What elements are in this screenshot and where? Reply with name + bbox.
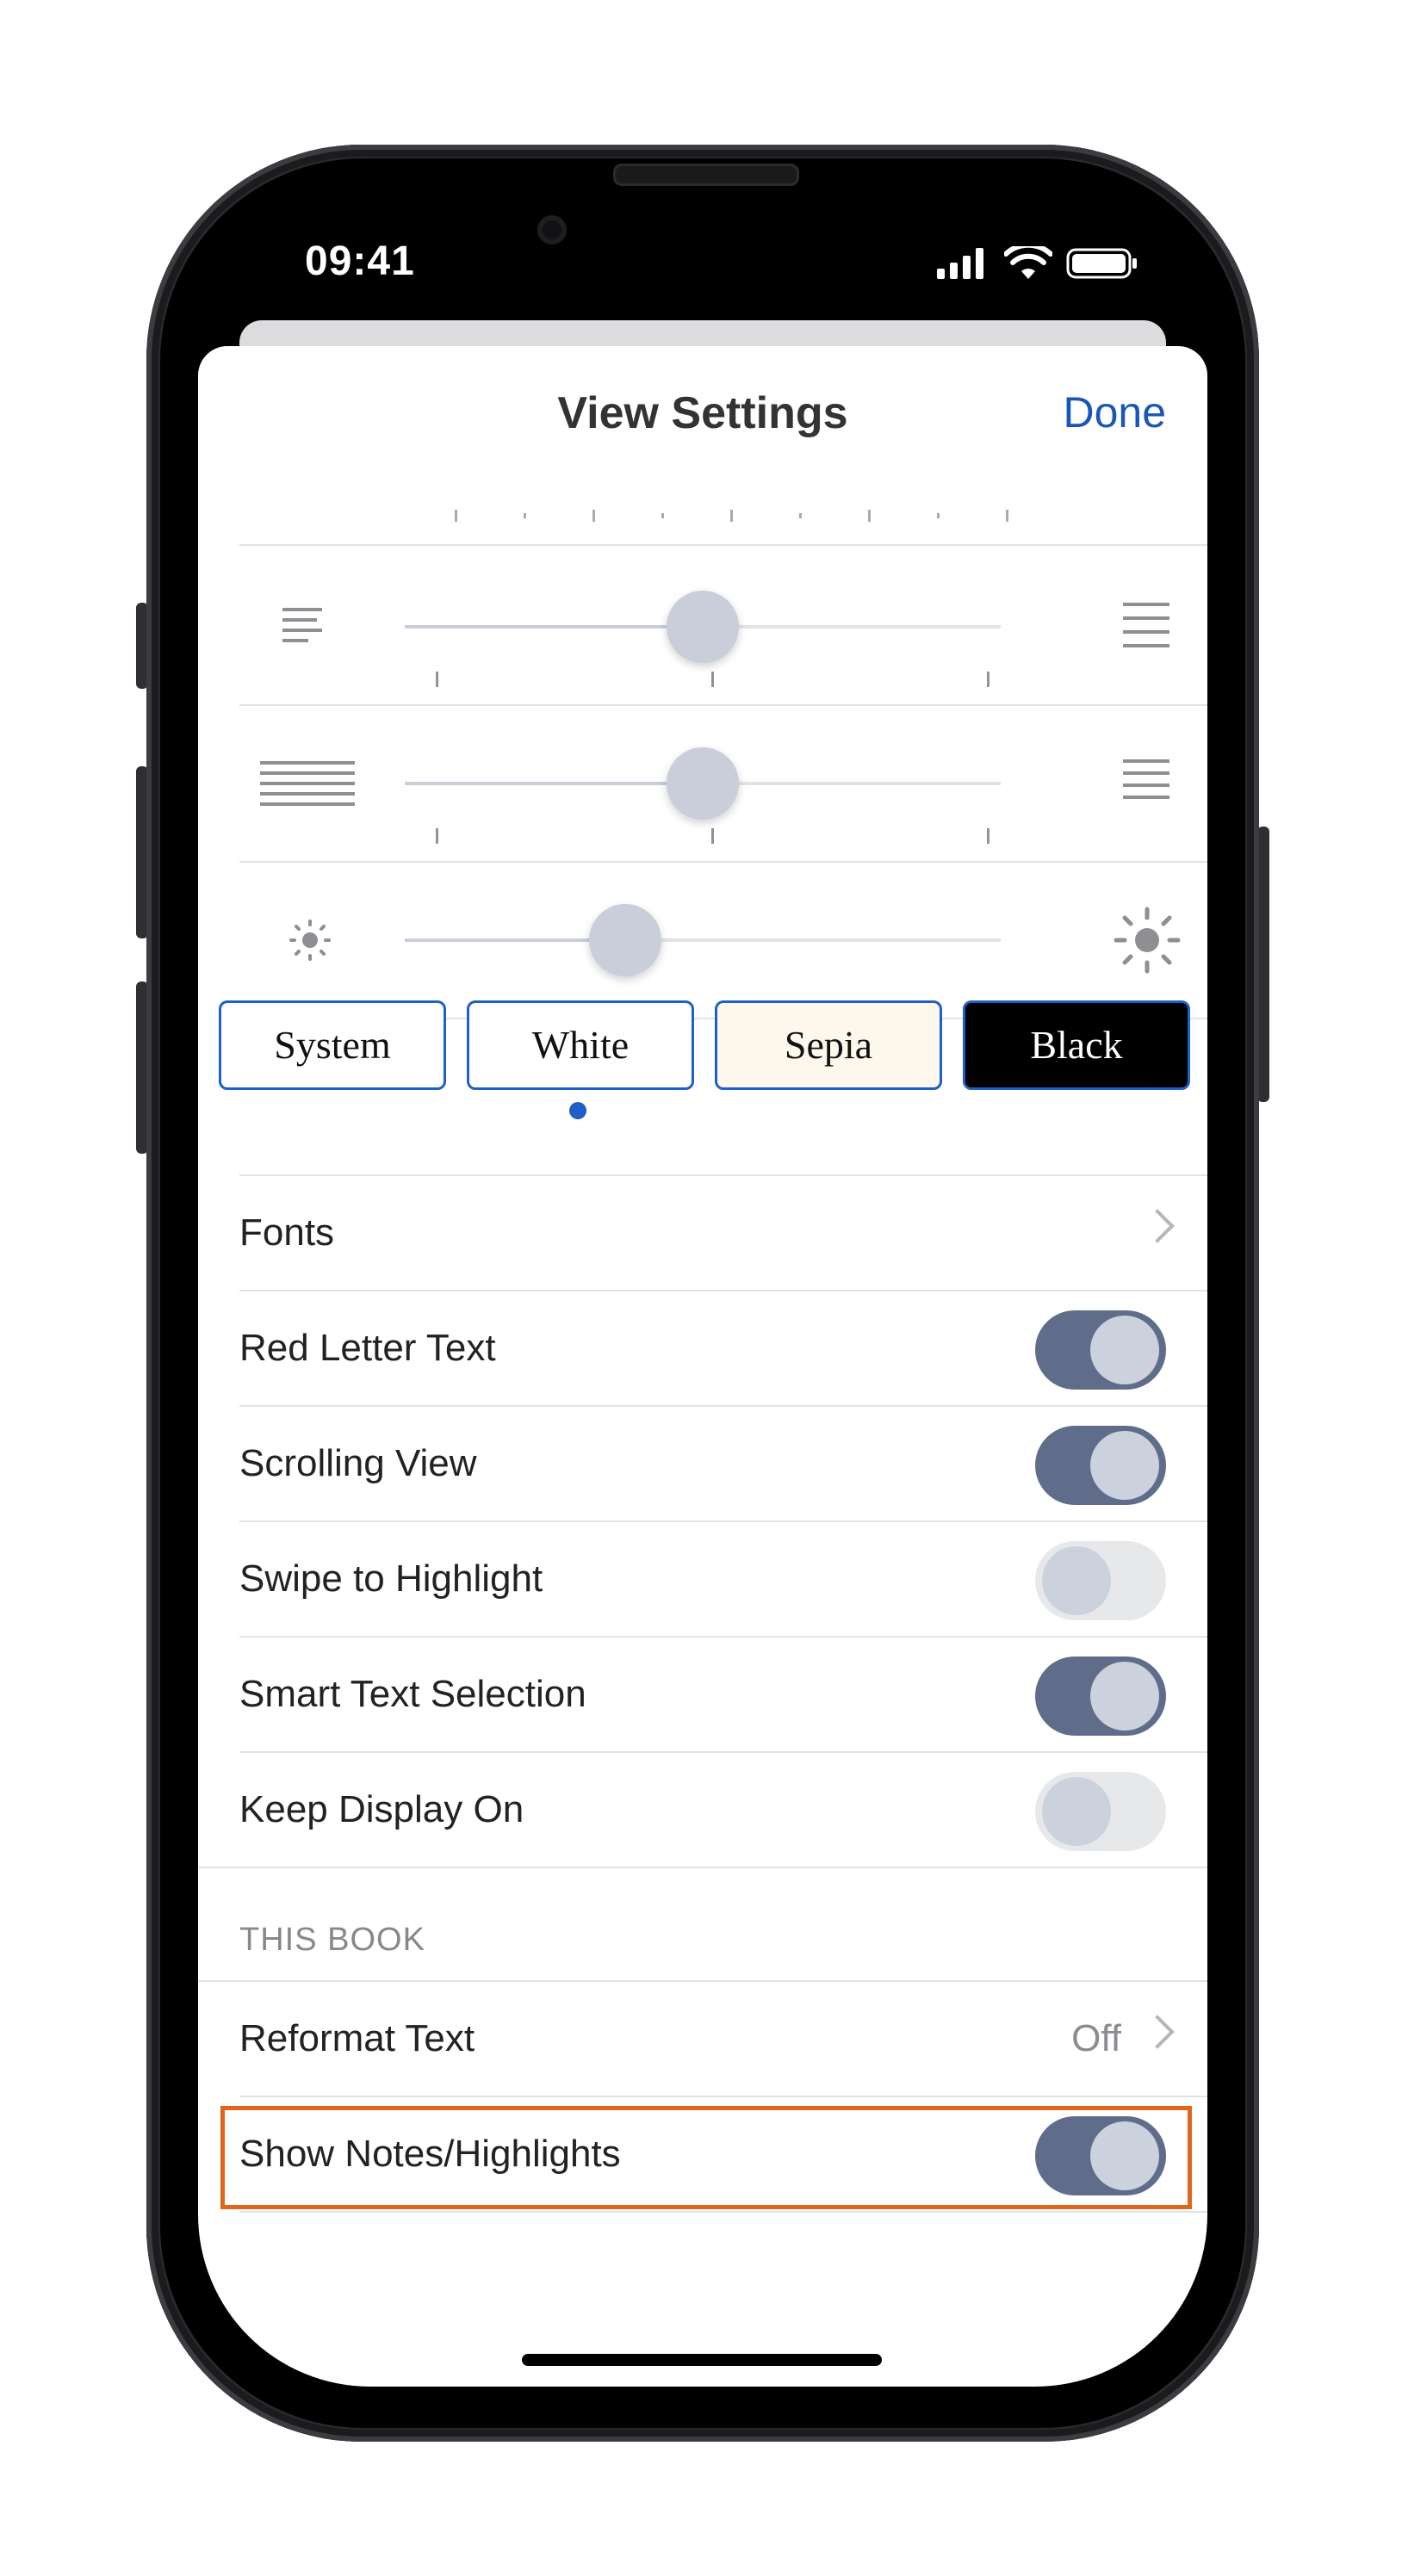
ruler-tick [799,513,802,518]
divider [198,1867,1207,1868]
line-spacing-slider-row [198,706,1207,861]
margins-slider-fill [405,625,703,629]
slider-tick [436,672,438,687]
scrolling-view-label: Scrolling View [239,1442,477,1484]
ruler-tick [1006,510,1008,522]
theme-sepia-button[interactable]: Sepia [715,1000,942,1090]
ruler-tick [592,510,595,522]
toggle-thumb [1042,1777,1111,1846]
selected-theme-indicator [569,1102,586,1119]
red-letter-text-label: Red Letter Text [239,1327,496,1369]
keep-display-on-toggle[interactable] [1035,1772,1166,1851]
theme-selector: System White Sepia Black [219,1000,1207,1119]
home-indicator [522,2354,882,2366]
page-title: View Settings [557,388,848,438]
theme-system-button[interactable]: System [219,1000,446,1090]
slider-tick [436,828,438,844]
reformat-text-value: Off [1071,2017,1121,2059]
slider-tick [987,828,989,844]
keep-display-on-row: Keep Display On [239,1753,1207,1867]
scrolling-view-row: Scrolling View [239,1407,1207,1520]
ruler-tick [730,510,733,522]
ruler-tick [868,510,871,522]
this-book-section-header: THIS BOOK [239,1922,425,1958]
scrolling-view-toggle[interactable] [1035,1426,1166,1505]
slider-tick [987,672,989,687]
line-spacing-slider-fill [405,782,703,785]
toggle-thumb [1042,1546,1111,1615]
divider [239,2211,1207,2213]
toggle-thumb [1090,1662,1159,1731]
earpiece-speaker [613,164,799,186]
theme-white-button[interactable]: White [467,1000,694,1090]
swipe-to-highlight-row: Swipe to Highlight [239,1522,1207,1636]
swipe-to-highlight-label: Swipe to Highlight [239,1557,543,1600]
theme-black-button[interactable]: Black [963,1000,1190,1090]
loose-line-spacing-icon [1123,759,1169,799]
battery-icon [1066,248,1137,279]
fonts-label: Fonts [239,1211,335,1254]
status-time: 09:41 [305,238,415,284]
toggle-thumb [1090,1431,1159,1500]
brightness-high-icon [1114,907,1181,974]
margins-slider-knob[interactable] [667,591,739,663]
smart-text-selection-row: Smart Text Selection [239,1638,1207,1751]
margins-slider-row [198,549,1207,704]
fonts-row[interactable]: Fonts [239,1176,1207,1290]
smart-text-selection-label: Smart Text Selection [239,1673,586,1715]
reformat-text-label: Reformat Text [239,2017,475,2059]
ruler-tick [937,513,940,518]
ruler-tick [455,510,457,522]
red-letter-text-row: Red Letter Text [239,1291,1207,1405]
swipe-to-highlight-toggle[interactable] [1035,1541,1166,1620]
ruler-tick [524,513,526,518]
smart-text-selection-toggle[interactable] [1035,1656,1166,1736]
brightness-low-icon [289,920,331,961]
cellular-signal-icon [937,248,983,279]
line-spacing-slider-knob[interactable] [667,747,739,820]
divider [239,544,1207,546]
power-button [1257,827,1269,1102]
toggle-thumb [1090,1316,1159,1384]
wifi-icon [1004,246,1052,279]
view-settings-sheet: View Settings Done System White Sepia Bl… [198,346,1207,2387]
brightness-slider-track[interactable] [405,938,1001,942]
ruler-tick [661,513,664,518]
tight-line-spacing-icon [260,761,355,806]
reformat-text-row[interactable]: Reformat Text Off [239,1982,1207,2096]
front-camera [537,215,567,245]
chevron-right-icon [1140,2015,1175,2049]
chevron-right-icon [1140,1209,1175,1243]
red-letter-text-toggle[interactable] [1035,1310,1166,1390]
done-button[interactable]: Done [1063,387,1166,437]
brightness-slider-row [198,863,1207,1018]
wide-margins-icon [1123,603,1169,647]
highlight-annotation-box [220,2106,1192,2209]
keep-display-on-label: Keep Display On [239,1788,524,1830]
slider-tick [711,828,714,844]
narrow-margins-icon [282,608,322,642]
brightness-slider-knob[interactable] [589,904,662,976]
slider-tick [711,672,714,687]
